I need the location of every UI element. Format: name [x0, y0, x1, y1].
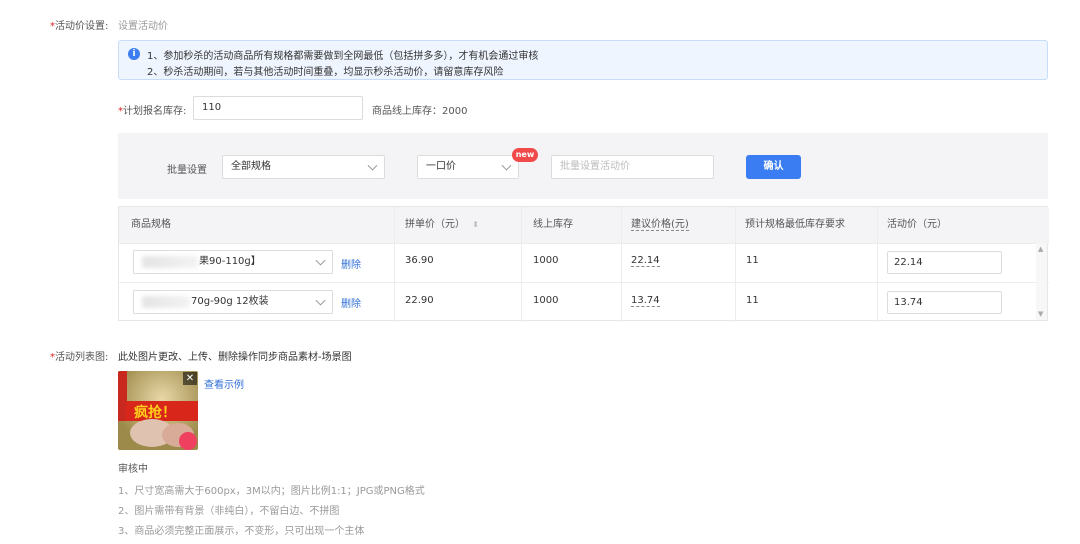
- price-type-select[interactable]: 一口价: [417, 155, 519, 179]
- spec-select-value: 全部规格: [231, 161, 271, 172]
- spec-select[interactable]: 全部规格: [222, 155, 385, 179]
- online-stock-text: 商品线上库存：2000: [372, 106, 468, 117]
- header-spec: 商品规格: [119, 207, 394, 243]
- list-image-desc: 此处图片更改、上传、删除操作同步商品素材-场景图: [118, 352, 352, 363]
- spec-table: 商品规格 拼单价（元） ⬍ 线上库存 建议价格(元) 预计规格最低库存要求 活动…: [118, 206, 1049, 322]
- blurred-spec-text: [142, 256, 198, 268]
- activity-price-label: *活动价设置:: [50, 21, 109, 32]
- chevron-down-icon: [367, 160, 378, 171]
- chevron-down-icon: [501, 160, 512, 171]
- suggest-price: 13.74: [631, 295, 660, 307]
- notice-line-1: 1、参加秒杀的活动商品所有规格都需要做到全网最低（包括拼多多），才有机会通过审核: [147, 51, 539, 62]
- batch-price-input[interactable]: 批量设置活动价: [551, 155, 714, 179]
- scroll-up-icon[interactable]: ▲: [1038, 245, 1043, 253]
- info-icon: i: [128, 48, 140, 60]
- min-stock: 11: [746, 255, 759, 266]
- online-stock: 1000: [533, 255, 559, 266]
- table-row-spec-select[interactable]: 果90-110g】: [133, 250, 333, 274]
- sort-icon[interactable]: ⬍: [472, 220, 479, 229]
- list-image-label: *活动列表图:: [50, 352, 109, 363]
- header-group-price-label: 拼单价（元）: [405, 219, 465, 230]
- rule-2: 2、图片需带有背景（非纯白），不留白边、不拼图: [118, 506, 340, 517]
- header-online-stock: 线上库存: [521, 207, 621, 243]
- online-stock: 1000: [533, 295, 559, 306]
- view-example-link[interactable]: 查看示例: [204, 376, 244, 391]
- price-type-value: 一口价: [426, 161, 456, 172]
- batch-label: 批量设置: [167, 165, 207, 176]
- notice-box: i 1、参加秒杀的活动商品所有规格都需要做到全网最低（包括拼多多），才有机会通过…: [118, 40, 1048, 80]
- spec-value: 70g-90g 12枚装: [191, 296, 269, 307]
- table-scrollbar[interactable]: ▲ ▼: [1036, 243, 1047, 320]
- scroll-down-icon[interactable]: ▼: [1038, 310, 1043, 318]
- notice-line-2: 2、秒杀活动期间，若与其他活动时间重叠，均显示秒杀活动价，请留意库存风险: [147, 67, 504, 78]
- header-activity-price: 活动价（元）: [877, 207, 1049, 243]
- delete-link[interactable]: 删除: [341, 295, 361, 310]
- stock-label: *计划报名库存:: [118, 106, 187, 117]
- table-row-spec-select[interactable]: 70g-90g 12枚装: [133, 290, 333, 314]
- new-badge: new: [512, 148, 538, 162]
- header-group-price[interactable]: 拼单价（元） ⬍: [394, 207, 521, 243]
- delete-link[interactable]: 删除: [341, 256, 361, 271]
- rule-3: 3、商品必须完整正面展示，不变形，只可出现一个主体: [118, 526, 365, 537]
- header-suggest-price: 建议价格(元): [621, 207, 735, 243]
- header-min-stock: 预计规格最低库存要求: [735, 207, 877, 243]
- confirm-button[interactable]: 确认: [746, 155, 801, 179]
- activity-price-hint: 设置活动价: [118, 21, 168, 32]
- suggest-price: 22.14: [631, 255, 660, 267]
- stock-input[interactable]: 110: [193, 96, 363, 120]
- header-suggest-price-label: 建议价格(元): [631, 219, 689, 231]
- group-price: 36.90: [405, 255, 434, 266]
- chevron-down-icon: [315, 255, 326, 266]
- group-price: 22.90: [405, 295, 434, 306]
- thumbnail-text: 疯抢！: [134, 405, 176, 421]
- spec-value: 果90-110g】: [199, 256, 261, 267]
- activity-price-input[interactable]: 22.14: [887, 251, 1002, 274]
- review-status: 审核中: [118, 464, 148, 475]
- activity-price-input[interactable]: 13.74: [887, 291, 1002, 314]
- blurred-spec-text: [142, 296, 190, 308]
- rule-1: 1、尺寸宽高需大于600px，3M以内；图片比例1:1；JPG或PNG格式: [118, 486, 425, 497]
- min-stock: 11: [746, 295, 759, 306]
- chevron-down-icon: [315, 295, 326, 306]
- close-icon[interactable]: ✕: [183, 372, 197, 385]
